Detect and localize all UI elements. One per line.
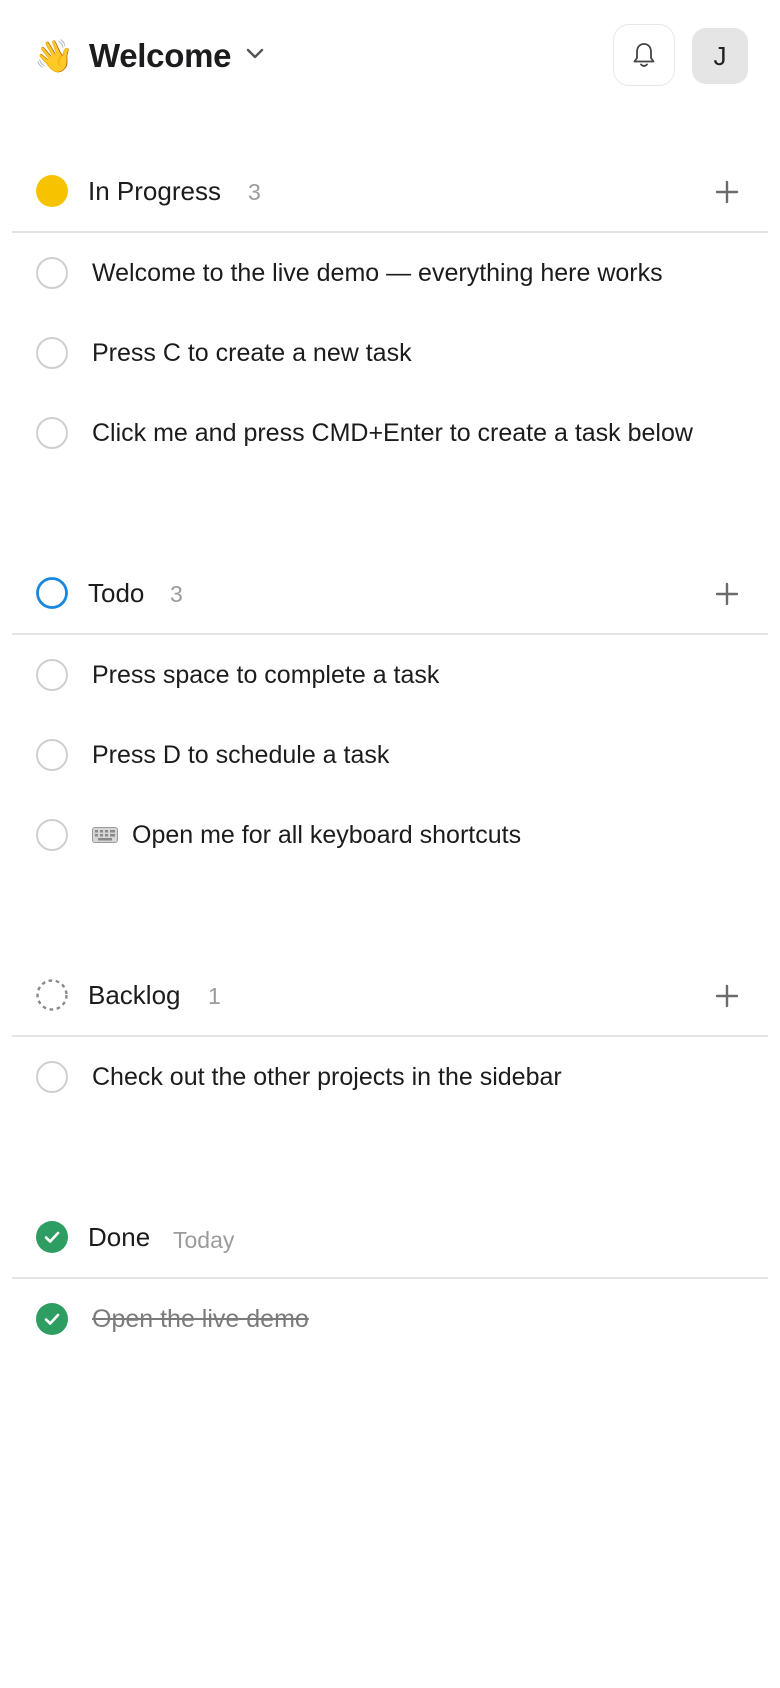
task-row[interactable]: Open me for all keyboard shortcuts [0,795,780,875]
done-status-icon [36,1221,68,1253]
task-row[interactable]: Press space to complete a task [0,635,780,715]
section-todo: Todo 3 Press space to complete a task Pr… [0,553,780,875]
section-count: 3 [248,179,261,205]
page-title[interactable]: Welcome [89,36,231,76]
top-bar: 👋 Welcome J [0,0,780,112]
task-checkbox[interactable] [36,257,68,289]
task-row[interactable]: Press C to create a new task [0,313,780,393]
task-row[interactable]: Press D to schedule a task [0,715,780,795]
task-row[interactable]: Check out the other projects in the side… [0,1037,780,1117]
add-task-button[interactable] [712,177,742,207]
add-task-button[interactable] [712,981,742,1011]
section-header-done[interactable]: Done Today [0,1197,780,1277]
avatar-initial: J [713,40,727,71]
plus-icon [715,582,739,606]
section-label: Backlog [88,980,181,1010]
task-title: Click me and press CMD+Enter to create a… [92,419,693,447]
plus-icon [715,180,739,204]
plus-icon [715,984,739,1008]
section-label: In Progress [88,176,221,206]
section-count: 3 [170,581,183,607]
section-label: Done [88,1222,151,1252]
section-header-in-progress[interactable]: In Progress 3 [0,151,780,231]
task-checkbox[interactable] [36,659,68,691]
section-label: Todo [88,578,145,608]
task-checkbox[interactable] [36,739,68,771]
in-progress-status-icon [36,175,68,207]
task-title: Press D to schedule a task [92,741,390,769]
task-title: Press space to complete a task [92,661,440,689]
section-in-progress: In Progress 3 Welcome to the live demo —… [0,151,780,473]
waving-hand-icon: 👋 [34,38,74,74]
task-row[interactable]: Click me and press CMD+Enter to create a… [0,393,780,473]
notifications-button[interactable] [613,24,675,86]
check-icon [44,1313,60,1325]
chevron-down-icon[interactable] [244,46,266,62]
task-title: Open the live demo [92,1305,309,1333]
section-header-todo[interactable]: Todo 3 [0,553,780,633]
section-date: Today [173,1227,235,1253]
task-title: Open me for all keyboard shortcuts [132,821,522,849]
task-checkbox-checked[interactable] [36,1303,68,1335]
section-backlog: Backlog 1 Check out the other projects i… [0,955,780,1117]
task-checkbox[interactable] [36,337,68,369]
keyboard-icon [92,827,118,843]
section-done: Done Today Open the live demo [0,1197,780,1359]
avatar[interactable]: J [692,28,748,84]
task-checkbox[interactable] [36,819,68,851]
section-count: 1 [208,983,221,1009]
task-title: Press C to create a new task [92,339,412,367]
section-header-backlog[interactable]: Backlog 1 [0,955,780,1035]
todo-status-icon [36,577,68,609]
add-task-button[interactable] [712,579,742,609]
task-row[interactable]: Welcome to the live demo — everything he… [0,233,780,313]
task-row[interactable]: Open the live demo [0,1279,780,1359]
task-title: Welcome to the live demo — everything he… [92,259,663,287]
task-title: Check out the other projects in the side… [92,1063,562,1091]
task-checkbox[interactable] [36,417,68,449]
backlog-status-icon [36,979,68,1011]
bell-icon [633,43,655,67]
task-checkbox[interactable] [36,1061,68,1093]
